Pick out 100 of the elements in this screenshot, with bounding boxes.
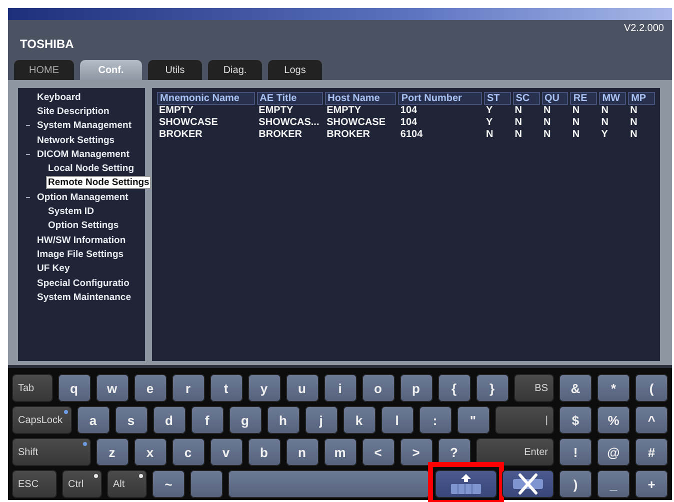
key[interactable]: } xyxy=(476,374,508,402)
key[interactable] xyxy=(435,470,497,498)
sidebar-item[interactable]: Network Settings xyxy=(37,134,115,146)
table-cell-text: Y xyxy=(600,129,609,141)
key[interactable]: ^ xyxy=(635,406,668,434)
tab[interactable]: Diag. xyxy=(208,60,262,80)
key[interactable]: i xyxy=(324,374,356,402)
key[interactable]: Enter xyxy=(476,438,554,466)
key[interactable]: ) xyxy=(559,470,592,498)
sidebar-item[interactable]: Image File Settings xyxy=(37,248,124,260)
column-header[interactable]: MP xyxy=(628,92,655,105)
sidebar-item[interactable]: DICOM Management xyxy=(37,148,130,160)
sidebar-item[interactable]: Local Node Setting xyxy=(48,163,134,174)
key[interactable]: p xyxy=(400,374,432,402)
key[interactable]: ( xyxy=(635,374,668,402)
key[interactable]: % xyxy=(597,406,630,434)
key[interactable]: g xyxy=(228,406,262,434)
key[interactable]: | xyxy=(494,406,554,434)
key[interactable]: : xyxy=(418,406,452,434)
key[interactable]: CapsLock xyxy=(12,406,72,434)
sidebar-item[interactable]: Option Management xyxy=(37,192,128,203)
key[interactable]: f xyxy=(190,406,224,434)
sidebar-item[interactable]: System ID xyxy=(48,206,94,218)
table-cell-text: N xyxy=(542,117,552,129)
key[interactable]: $ xyxy=(559,406,592,434)
key[interactable]: < xyxy=(362,438,394,466)
key[interactable]: h xyxy=(266,406,300,434)
sidebar-item[interactable]: System Maintenance xyxy=(37,292,131,303)
table-cell-text: 6104 xyxy=(399,129,424,141)
sidebar-item[interactable]: System Management xyxy=(37,120,132,132)
key[interactable]: o xyxy=(362,374,394,402)
column-header[interactable]: Port Number xyxy=(398,92,482,105)
tab[interactable]: Conf. xyxy=(80,60,142,80)
table-cell-text: EMPTY xyxy=(158,105,194,117)
key[interactable]: Ctrl xyxy=(62,470,102,498)
column-header[interactable]: ST xyxy=(484,92,511,105)
key[interactable]: ~ xyxy=(152,470,185,498)
sidebar-item[interactable]: Keyboard xyxy=(37,92,81,103)
key[interactable]: _ xyxy=(597,470,630,498)
key[interactable]: l xyxy=(380,406,414,434)
key[interactable]: > xyxy=(400,438,432,466)
key[interactable]: c xyxy=(172,438,204,466)
sidebar-item[interactable]: Special Configuratio xyxy=(37,278,130,288)
key[interactable]: { xyxy=(438,374,470,402)
key[interactable]: t xyxy=(210,374,242,402)
table-cell-text: 104 xyxy=(399,105,418,117)
sidebar-item[interactable]: HW/SW Information xyxy=(37,234,126,246)
key[interactable]: m xyxy=(324,438,356,466)
key[interactable]: d xyxy=(152,406,186,434)
key[interactable]: v xyxy=(210,438,242,466)
key[interactable]: j xyxy=(304,406,338,434)
key[interactable]: BS xyxy=(514,374,554,402)
key[interactable]: n xyxy=(286,438,318,466)
column-header[interactable]: RE xyxy=(570,92,598,105)
brand-logo: TOSHIBA xyxy=(20,37,74,51)
table-cell-text: N xyxy=(514,129,523,141)
sidebar-item[interactable]: Option Settings xyxy=(48,220,119,232)
column-header[interactable]: AE Title xyxy=(256,92,323,105)
key[interactable]: ! xyxy=(559,438,592,466)
key[interactable]: Alt xyxy=(107,470,147,498)
key[interactable]: ESC xyxy=(12,470,57,498)
key[interactable]: x xyxy=(134,438,166,466)
key[interactable]: z xyxy=(96,438,128,466)
table-cell-text: N xyxy=(629,129,638,141)
key[interactable]: w xyxy=(96,374,128,402)
column-header[interactable]: MW xyxy=(599,92,626,105)
sidebar-item[interactable]: Site Description xyxy=(37,106,110,117)
table-cell-text: EMPTY xyxy=(326,105,362,117)
sidebar-item[interactable]: UF Key xyxy=(37,263,70,274)
key[interactable]: # xyxy=(635,438,668,466)
key[interactable]: q xyxy=(58,374,90,402)
sidebar-item[interactable]: Remote Node Settings xyxy=(46,176,152,190)
tab[interactable]: HOME xyxy=(14,60,74,80)
key[interactable]: Tab xyxy=(12,374,52,402)
key[interactable]: + xyxy=(635,470,668,498)
key[interactable]: u xyxy=(286,374,318,402)
keyboard-arrow-up-icon xyxy=(449,473,483,495)
key[interactable]: " xyxy=(456,406,490,434)
column-header[interactable]: SC xyxy=(512,92,540,105)
tab[interactable]: Logs xyxy=(268,60,322,80)
column-header[interactable]: QU xyxy=(542,92,568,105)
table-cell-text: N xyxy=(629,117,638,129)
table-cell-text: N xyxy=(542,129,552,141)
key[interactable] xyxy=(502,470,554,498)
key[interactable]: e xyxy=(134,374,166,402)
column-header[interactable]: Mnemonic Name xyxy=(157,92,255,105)
key[interactable]: s xyxy=(114,406,148,434)
key[interactable]: r xyxy=(172,374,204,402)
tab[interactable]: Utils xyxy=(148,60,202,80)
column-header[interactable]: Host Name xyxy=(324,92,396,105)
key[interactable]: @ xyxy=(597,438,630,466)
close-keyboard-icon xyxy=(511,473,545,495)
key[interactable]: * xyxy=(597,374,630,402)
key[interactable]: a xyxy=(76,406,110,434)
key[interactable]: Shift xyxy=(12,438,90,466)
table-cell-text: N xyxy=(571,129,581,141)
key[interactable]: y xyxy=(248,374,280,402)
key[interactable]: & xyxy=(559,374,592,402)
key[interactable]: b xyxy=(248,438,280,466)
key[interactable]: k xyxy=(342,406,376,434)
